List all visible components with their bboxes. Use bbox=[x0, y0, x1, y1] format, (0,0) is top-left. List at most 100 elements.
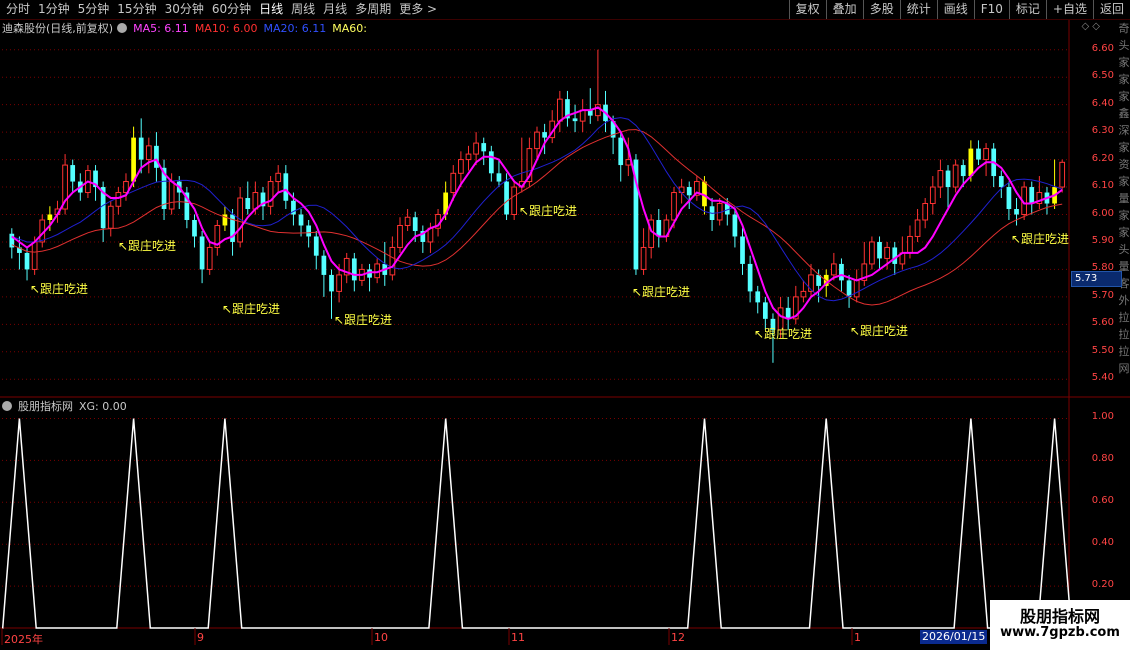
candle-body bbox=[656, 219, 662, 237]
candle-body bbox=[678, 186, 685, 194]
candle-body bbox=[252, 192, 259, 210]
diamond-icon[interactable]: ◇ ◇ bbox=[1081, 21, 1100, 32]
candle-body bbox=[206, 246, 213, 270]
candle-body bbox=[115, 192, 122, 207]
candle-body bbox=[952, 164, 959, 188]
candle-body bbox=[877, 241, 882, 259]
indicator-tick-label: 0.60 bbox=[1091, 495, 1114, 507]
stock-title: 迪森股份(日线,前复权) bbox=[2, 22, 114, 35]
candle-body bbox=[785, 307, 791, 319]
indicator-header: 股朋指标网 XG: 0.00 bbox=[2, 398, 127, 414]
candle-body bbox=[504, 181, 509, 215]
candle-body bbox=[671, 192, 677, 221]
candle-body bbox=[884, 246, 890, 259]
buy-signal-annotation: ↖跟庄吃进 bbox=[30, 282, 89, 296]
candle-body bbox=[306, 225, 312, 237]
indicator-tick-label: 1.00 bbox=[1091, 411, 1114, 423]
price-tick-label: 6.50 bbox=[1091, 70, 1114, 82]
price-tick-label: 5.60 bbox=[1091, 317, 1114, 329]
price-tick-label: 5.90 bbox=[1091, 234, 1114, 246]
candle-body bbox=[298, 214, 304, 226]
side-info-strip: 奇头家家家鑫深家资家量家家头量客外拉拉拉网 bbox=[1118, 20, 1130, 398]
candle-body bbox=[267, 181, 274, 207]
buy-signal-annotation: ↖跟庄吃进 bbox=[754, 327, 813, 341]
buy-signal-annotation: ↖跟庄吃进 bbox=[222, 302, 281, 316]
candle-body bbox=[131, 137, 136, 182]
candle-body bbox=[70, 165, 76, 182]
candle-body bbox=[245, 198, 251, 210]
candle-body bbox=[579, 109, 586, 122]
candle-body bbox=[929, 186, 936, 205]
side-strip-char: 家 bbox=[1118, 141, 1130, 154]
candle-body bbox=[892, 247, 898, 264]
side-strip-char: 拉 bbox=[1118, 345, 1130, 358]
candle-body bbox=[740, 236, 745, 264]
indicator-tick-label: 0.80 bbox=[1091, 453, 1114, 465]
candle-body bbox=[1029, 187, 1035, 204]
indicator-tick-label: 0.20 bbox=[1091, 579, 1114, 591]
site-watermark-logo: 股朋指标网 www.7gpzb.com bbox=[990, 600, 1130, 650]
candle-body bbox=[397, 224, 403, 248]
indicator-tick-label: 0.40 bbox=[1091, 537, 1114, 549]
kline-chart[interactable] bbox=[0, 0, 1130, 650]
candle-body bbox=[168, 181, 175, 210]
side-strip-char: 家 bbox=[1118, 209, 1130, 222]
buy-signal-annotation: ↖跟庄吃进 bbox=[1011, 232, 1070, 246]
candle-body bbox=[473, 142, 479, 155]
candle-body bbox=[199, 236, 205, 270]
candle-body bbox=[755, 291, 761, 303]
candle-body bbox=[488, 151, 494, 174]
ma5-label: MA5: 6.11 bbox=[133, 21, 189, 35]
candle-body bbox=[47, 214, 53, 220]
candle-body bbox=[313, 236, 319, 256]
candle-body bbox=[968, 148, 974, 177]
candle-body bbox=[412, 217, 418, 231]
price-tick-label: 6.60 bbox=[1091, 42, 1114, 54]
side-strip-char: 奇 bbox=[1118, 22, 1130, 35]
candle-body bbox=[595, 104, 601, 117]
side-strip-char: 家 bbox=[1118, 175, 1130, 188]
selected-date: 2026/01/15 bbox=[920, 630, 988, 644]
side-strip-char: 深 bbox=[1118, 124, 1130, 137]
indicator-gear-icon[interactable] bbox=[2, 401, 12, 411]
candle-body bbox=[138, 137, 144, 160]
candle-body bbox=[107, 205, 114, 229]
ma60-label: MA60: bbox=[332, 21, 367, 35]
xg-value: XG: 0.00 bbox=[79, 399, 127, 413]
side-strip-char: 头 bbox=[1118, 243, 1130, 256]
candle-body bbox=[937, 170, 944, 188]
settings-gear-icon[interactable] bbox=[117, 23, 128, 33]
candle-body bbox=[465, 153, 472, 161]
candle-body bbox=[534, 131, 540, 150]
side-strip-char: 家 bbox=[1118, 90, 1130, 103]
candle-body bbox=[640, 246, 647, 270]
candle-body bbox=[329, 274, 334, 292]
price-tick-label: 5.50 bbox=[1091, 344, 1114, 356]
side-strip-char: 家 bbox=[1118, 226, 1130, 239]
candle-body bbox=[336, 274, 342, 292]
side-strip-char: 外 bbox=[1118, 294, 1130, 307]
candle-body bbox=[450, 172, 457, 194]
date-axis-label: 12 bbox=[671, 631, 685, 644]
price-tick-label: 6.20 bbox=[1091, 152, 1114, 164]
date-axis-label: 9 bbox=[197, 631, 204, 644]
candle-body bbox=[907, 235, 913, 254]
candle-body bbox=[31, 241, 38, 270]
ma20-label: MA20: 6.11 bbox=[263, 21, 327, 35]
candle-body bbox=[1006, 187, 1012, 210]
candle-body bbox=[747, 263, 753, 292]
price-tick-label: 6.40 bbox=[1091, 97, 1114, 109]
candle-body bbox=[998, 176, 1004, 188]
candle-body bbox=[145, 145, 152, 161]
side-strip-char: 拉 bbox=[1118, 311, 1130, 324]
candle-body bbox=[618, 137, 624, 166]
price-tick-label: 5.80 bbox=[1091, 262, 1114, 274]
candle-body bbox=[830, 263, 837, 276]
candle-body bbox=[808, 274, 814, 292]
candle-body bbox=[24, 252, 30, 270]
candle-body bbox=[800, 290, 807, 298]
price-tick-label: 6.30 bbox=[1091, 125, 1114, 137]
watermark-line1: 股朋指标网 bbox=[1019, 607, 1100, 626]
candle-body bbox=[976, 148, 981, 160]
side-strip-char: 头 bbox=[1118, 39, 1130, 52]
